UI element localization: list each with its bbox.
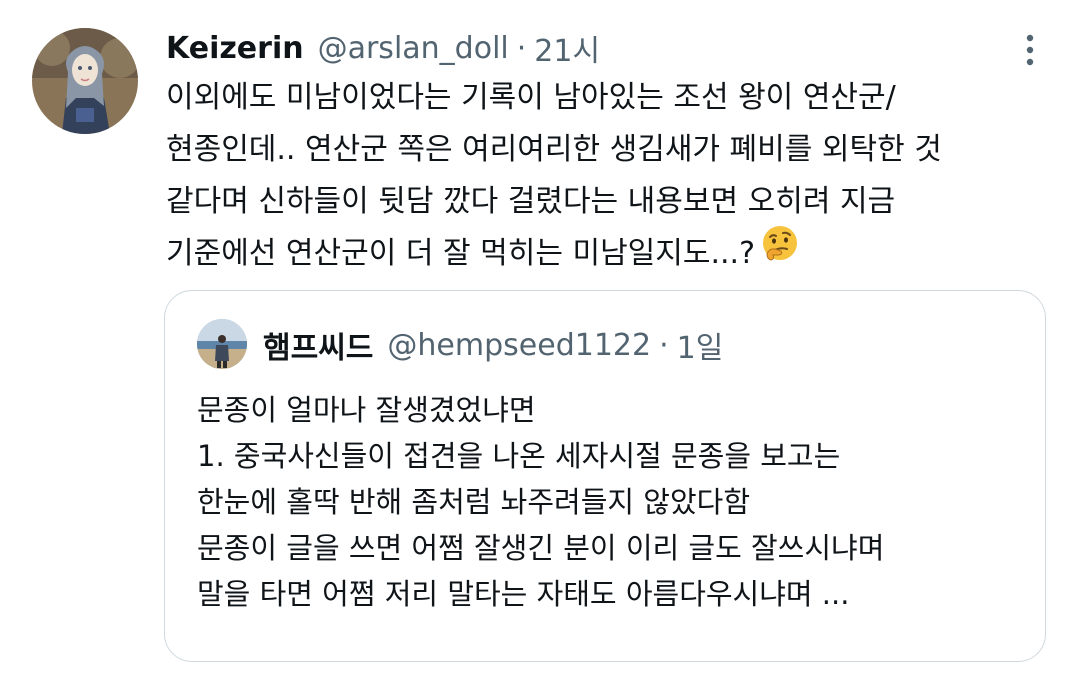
quoted-text-line: 문종이 얼마나 잘생겼었냐면 — [197, 393, 536, 427]
quoted-separator-dot: · — [659, 327, 669, 363]
tweet-text: 이외에도 미남이었다는 기록이 남아있는 조선 왕이 연산군/ 현종인데.. 연… — [166, 72, 1046, 280]
quoted-display-name[interactable]: 햄프씨드 — [263, 323, 373, 367]
display-name[interactable]: Keizerin — [166, 31, 304, 66]
beach-person-avatar-image — [197, 319, 247, 369]
more-options-button[interactable] — [1012, 26, 1048, 74]
quoted-text-line: 1. 중국사신들이 접견을 나온 세자시절 문종을 보고는 — [197, 439, 841, 473]
quoted-text-line: 문종이 글을 쓰면 어쩜 잘생긴 분이 이리 글도 잘쓰시냐며 — [197, 531, 885, 565]
quoted-tweet-text: 문종이 얼마나 잘생겼었냐면 1. 중국사신들이 접견을 나온 세자시절 문종을… — [197, 387, 1037, 617]
quoted-timestamp[interactable]: 1일 — [677, 323, 724, 367]
timestamp[interactable]: 21시 — [534, 26, 600, 70]
tweet-header: Keizerin @arslan_doll · 21시 — [166, 24, 600, 72]
quoted-text-line: 말을 타면 어쩜 저리 말타는 자태도 아름다우시냐며 ... — [197, 577, 850, 611]
tweet-text-line-last: 기준에선 연산군이 더 잘 먹히는 미남일지도...? — [166, 226, 1046, 280]
quoted-text-line: 한눈에 홀딱 반해 좀처럼 놔주려들지 않았다함 — [197, 485, 751, 519]
author-avatar[interactable] — [32, 28, 138, 134]
separator-dot: · — [516, 30, 527, 66]
tweet-text-line: 같다며 신하들이 뒷담 깠다 걸렸다는 내용보면 오히려 지금 — [166, 184, 896, 219]
quoted-author-avatar[interactable] — [197, 319, 247, 369]
quoted-tweet-header: 햄프씨드 @hempseed1122 · 1일 — [263, 321, 723, 369]
tweet-text-line: 현종인데.. 연산군 쪽은 여리여리한 생김새가 폐비를 외탁한 것 — [166, 132, 942, 167]
tweet-text-line: 이외에도 미남이었다는 기록이 남아있는 조선 왕이 연산군/ — [166, 80, 896, 115]
tweet-text-fragment: 기준에선 연산군이 더 잘 먹히는 미남일지도...? — [166, 236, 756, 271]
thinking-face-icon — [761, 224, 799, 279]
quoted-tweet-card[interactable]: 햄프씨드 @hempseed1122 · 1일 문종이 얼마나 잘생겼었냐면 1… — [164, 290, 1046, 662]
doll-avatar-image — [32, 28, 138, 134]
quoted-user-handle[interactable]: @hempseed1122 — [387, 328, 651, 363]
more-vertical-icon — [1026, 34, 1034, 66]
user-handle[interactable]: @arslan_doll — [318, 31, 509, 66]
